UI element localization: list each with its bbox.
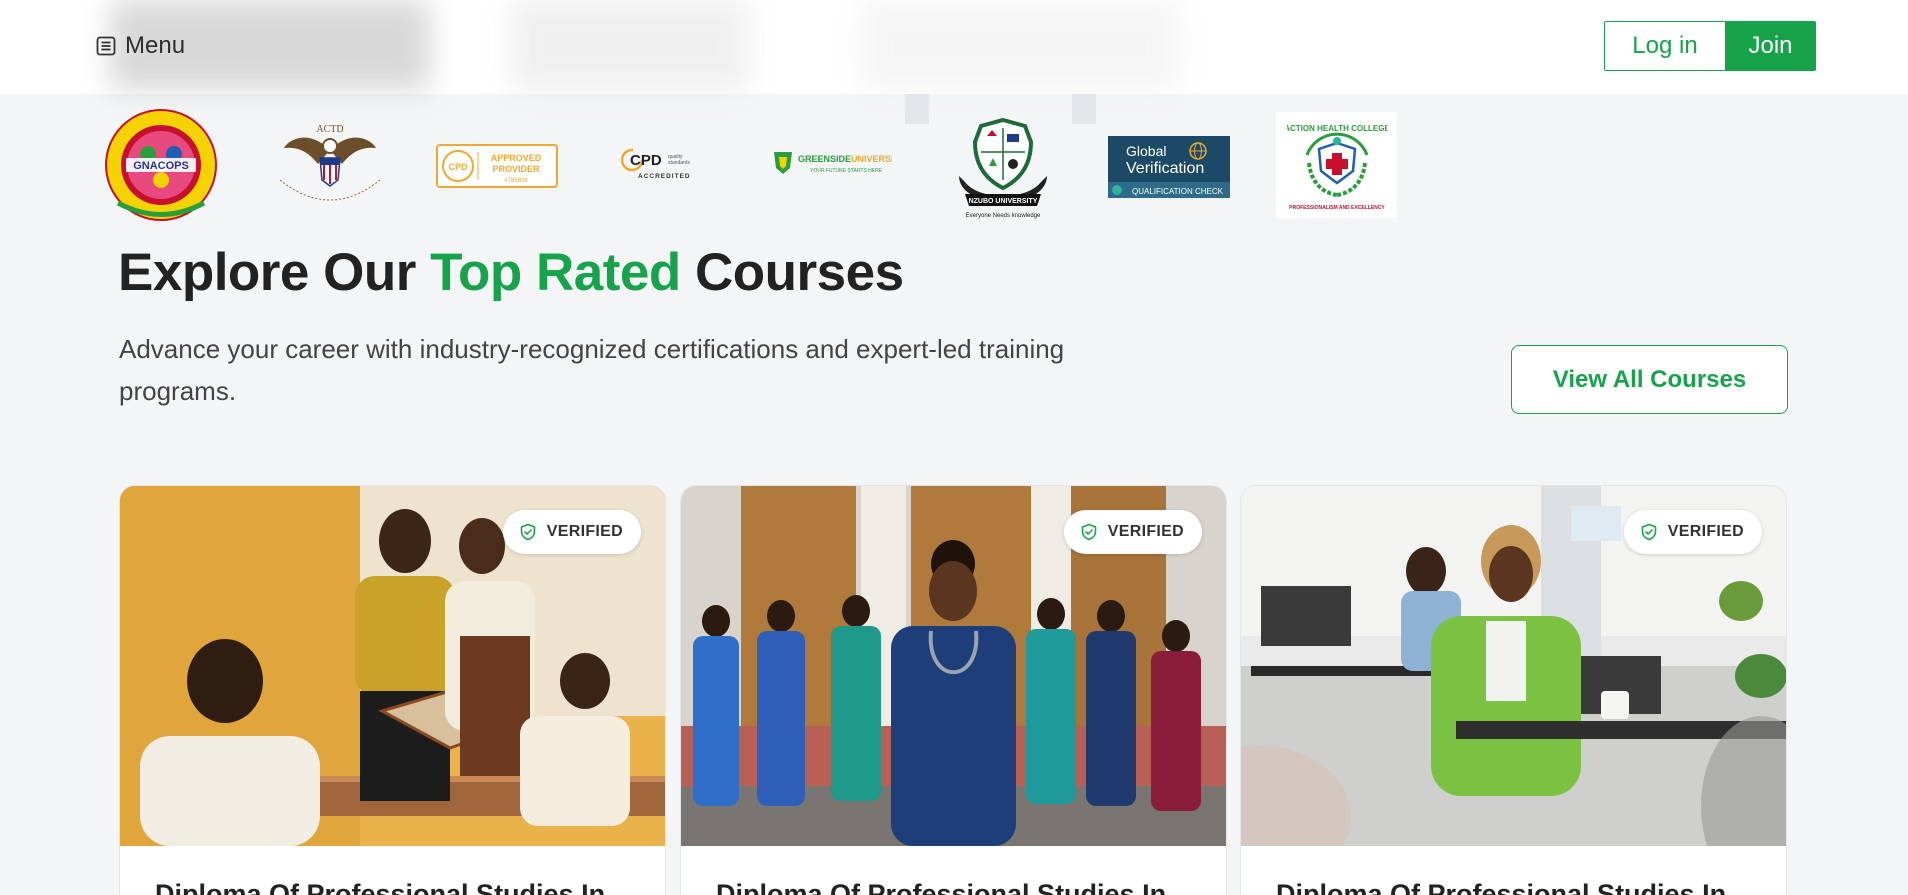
approved-provider-logo: CPD APPROVED PROVIDER #785898 (436, 144, 558, 188)
menu-button[interactable]: Menu (96, 28, 185, 64)
section-subtitle: Advance your career with industry-recogn… (119, 334, 1065, 406)
join-button[interactable]: Join (1725, 21, 1816, 71)
global-verification-logo: Global Verification QUALIFICATION CHECK (1108, 136, 1230, 198)
svg-text:PROFESSIONALISM AND EXCELLENCY: PROFESSIONALISM AND EXCELLENCY (1289, 205, 1385, 211)
login-button[interactable]: Log in (1604, 21, 1725, 71)
course-title[interactable]: Diploma Of Professional Studies In (1276, 879, 1756, 895)
gnacops-logo: GNACOPS (104, 108, 218, 222)
svg-text:Verification: Verification (1126, 160, 1204, 177)
blurred-nav (510, 0, 750, 90)
action-health-college-logo: ACTION HEALTH COLLEGE PROFESSIONALISM AN… (1276, 112, 1397, 218)
svg-text:GNACOPS: GNACOPS (133, 160, 189, 172)
svg-text:GREENSIDEUNIVERSITY: GREENSIDEUNIVERSITY (798, 154, 892, 164)
svg-text:APPROVED: APPROVED (491, 153, 542, 163)
shield-check-icon (1081, 523, 1097, 541)
blurred-nav (860, 0, 1180, 90)
verified-badge: VERIFIED (502, 510, 641, 554)
title-part-2: Courses (680, 243, 904, 302)
svg-text:CPD: CPD (448, 162, 468, 172)
auth-buttons: Log in Join (1604, 21, 1816, 71)
svg-text:YOUR FUTURE STARTS HERE: YOUR FUTURE STARTS HERE (810, 168, 883, 174)
badge-label: VERIFIED (546, 523, 623, 540)
accreditation-logos: GNACOPS ACTD CPD APPROVED PROVIDER #7858… (0, 94, 1908, 224)
svg-text:ACCREDITED: ACCREDITED (638, 173, 691, 180)
course-card[interactable]: VERIFIED Diploma Of Professional Studies… (119, 485, 666, 895)
section-title: Explore Our Top Rated Courses (118, 242, 904, 303)
shield-check-icon (1641, 523, 1657, 541)
title-accent: Top Rated (430, 243, 681, 302)
cpd-accredited-logo: CPD quality standards ACCREDITED (620, 144, 712, 182)
svg-text:QUALIFICATION CHECK: QUALIFICATION CHECK (1132, 187, 1224, 196)
menu-label: Menu (125, 32, 186, 59)
svg-text:CPD: CPD (630, 152, 662, 169)
greenside-university-logo: GREENSIDEUNIVERSITY YOUR FUTURE STARTS H… (770, 148, 892, 178)
svg-text:Global: Global (1126, 143, 1166, 159)
verified-badge: VERIFIED (1623, 510, 1762, 554)
menu-icon (96, 36, 116, 56)
badge-label: VERIFIED (1667, 523, 1744, 540)
svg-text:#785898: #785898 (504, 178, 528, 184)
course-title[interactable]: Diploma Of Professional Studies In (155, 879, 635, 895)
actd-logo: ACTD (270, 120, 390, 214)
svg-text:PROVIDER: PROVIDER (492, 164, 540, 174)
view-all-courses-button[interactable]: View All Courses (1511, 345, 1788, 414)
verified-badge: VERIFIED (1063, 510, 1202, 554)
course-card[interactable]: VERIFIED Diploma Of Professional Studies… (1240, 485, 1787, 895)
course-title[interactable]: Diploma Of Professional Studies In (716, 879, 1196, 895)
site-header: Menu Log in Join (0, 0, 1908, 94)
svg-text:ACTD: ACTD (316, 124, 343, 135)
title-part-1: Explore Our (118, 243, 431, 302)
svg-text:ACTION HEALTH COLLEGE: ACTION HEALTH COLLEGE (1287, 124, 1387, 133)
nzubo-university-logo: NZUBO UNIVERSITY Everyone Needs knowledg… (945, 116, 1061, 220)
svg-text:standards: standards (668, 160, 690, 166)
svg-text:NZUBO UNIVERSITY: NZUBO UNIVERSITY (969, 198, 1038, 205)
course-card[interactable]: VERIFIED Diploma Of Professional Studies… (680, 485, 1227, 895)
shield-check-icon (520, 523, 536, 541)
badge-label: VERIFIED (1107, 523, 1184, 540)
svg-text:Everyone Needs knowledge: Everyone Needs knowledge (966, 213, 1041, 219)
